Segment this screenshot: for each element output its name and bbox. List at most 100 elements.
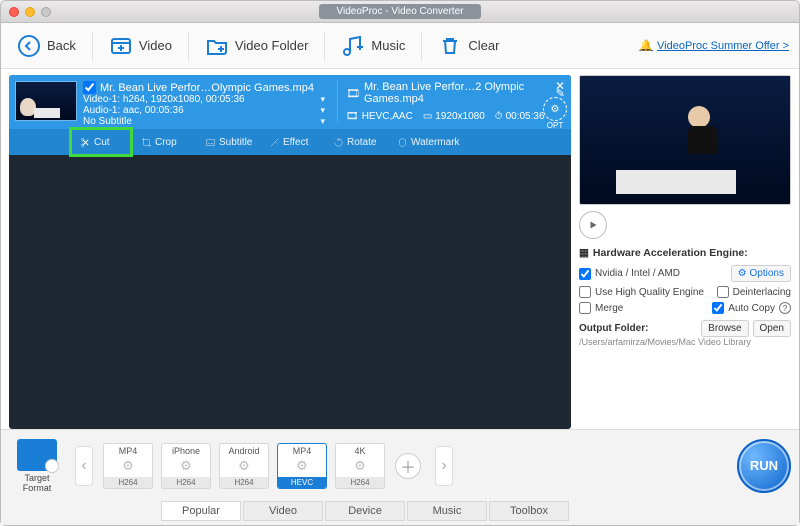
rotate-label: Rotate <box>347 137 376 148</box>
window-minimize-icon[interactable] <box>25 7 35 17</box>
preset-top-label: iPhone <box>172 444 200 456</box>
category-tab[interactable]: Music <box>407 501 487 521</box>
preset-card[interactable]: iPhone ⚙ H264 <box>161 443 211 489</box>
hw-options-label: Options <box>750 268 784 279</box>
edit-tools: Cut Crop Subtitle Effect Rotate Watermar… <box>9 129 571 155</box>
preset-card[interactable]: Android ⚙ H264 <box>219 443 269 489</box>
gear-icon: ⚙ <box>543 97 567 121</box>
nvidia-intel-amd-label: Nvidia / Intel / AMD <box>595 268 680 279</box>
auto-copy-checkbox[interactable] <box>712 302 724 314</box>
input-filename: Mr. Bean Live Perfor…Olympic Games.mp4 <box>100 82 314 94</box>
play-button[interactable] <box>579 211 607 239</box>
browse-button[interactable]: Browse <box>701 320 748 337</box>
high-quality-label: Use High Quality Engine <box>595 287 704 298</box>
add-video-button[interactable]: Video <box>103 30 178 62</box>
clear-label: Clear <box>468 38 499 53</box>
gear-icon: ⚙ <box>122 458 134 474</box>
hw-options-button[interactable]: ⚙Options <box>731 265 791 282</box>
presets-prev-button[interactable]: ‹ <box>75 446 93 486</box>
target-format-label: Target Format <box>9 473 65 493</box>
audio-stream-info: Audio-1: aac, 00:05:36 <box>83 105 184 116</box>
video-item[interactable]: ✕ ⚙ OPT Mr. Bean Live Perfor…Olympic Gam… <box>9 75 571 155</box>
auto-copy-label: Auto Copy <box>728 303 775 314</box>
film-icon: 🎞 <box>346 87 360 100</box>
back-label: Back <box>47 38 76 53</box>
category-tab[interactable]: Device <box>325 501 405 521</box>
add-video-folder-button[interactable]: Video Folder <box>199 30 314 62</box>
merge-label: Merge <box>595 303 623 314</box>
video-list: ✕ ⚙ OPT Mr. Bean Live Perfor…Olympic Gam… <box>9 75 571 429</box>
output-folder-label: Output Folder: <box>579 323 648 334</box>
window-close-icon[interactable] <box>9 7 19 17</box>
gear-icon: ⚙ <box>238 458 250 474</box>
effect-button[interactable]: Effect <box>261 129 325 155</box>
open-folder-button[interactable]: Open <box>753 320 791 337</box>
gear-icon: ⚙ <box>354 458 366 474</box>
output-filename: Mr. Bean Live Perfor…2 Olympic Games.mp4 <box>364 81 552 105</box>
codec-options-button[interactable]: ⚙ OPT <box>543 97 567 130</box>
video-item-checkbox[interactable] <box>83 81 96 94</box>
codec-icon: 🎞 <box>346 111 359 122</box>
output-codec: HEVC,AAC <box>362 111 413 122</box>
rotate-button[interactable]: Rotate <box>325 129 389 155</box>
crop-button[interactable]: Crop <box>133 129 197 155</box>
promo-offer-link[interactable]: 🔔 VideoProc Summer Offer > <box>639 39 789 52</box>
resolution-icon: ▭ <box>423 111 432 122</box>
preset-card[interactable]: MP4⚙HEVC <box>277 443 327 489</box>
effect-label: Effect <box>283 137 308 148</box>
preset-bottom-label: H264 <box>336 477 384 488</box>
back-button[interactable]: Back <box>11 30 82 62</box>
preview-pane <box>579 75 791 205</box>
target-format-button[interactable]: Target Format <box>9 439 65 493</box>
output-duration: 00:05:36 <box>506 111 545 122</box>
add-music-button[interactable]: Music <box>335 30 411 62</box>
preset-bottom-label: H264 <box>162 477 210 488</box>
deinterlacing-label: Deinterlacing <box>733 287 791 298</box>
preset-top-label: MP4 <box>293 444 312 456</box>
preset-top-label: 4K <box>354 444 365 456</box>
category-tab[interactable]: Toolbox <box>489 501 569 521</box>
gear-icon: ⚙ <box>738 268 747 279</box>
bell-icon: 🔔 <box>639 39 653 52</box>
target-format-icon <box>17 439 57 471</box>
video-stream-select[interactable]: ▾ <box>320 94 325 105</box>
window-zoom-icon <box>41 7 51 17</box>
presets-next-button[interactable]: › <box>435 446 453 486</box>
help-icon[interactable]: ? <box>779 302 791 314</box>
watermark-button[interactable]: Watermark <box>389 129 468 155</box>
video-stream-info: Video-1: h264, 1920x1080, 00:05:36 <box>83 94 245 105</box>
main-toolbar: Back Video Video Folder Music Clear 🔔 Vi… <box>1 23 799 69</box>
clock-icon: ⏱ <box>495 111 503 122</box>
chip-icon: ▦ <box>579 247 589 259</box>
add-preset-button[interactable]: ＋ <box>395 453 421 479</box>
category-tab[interactable]: Popular <box>161 501 241 521</box>
output-resolution: 1920x1080 <box>435 111 485 122</box>
crop-label: Crop <box>155 137 177 148</box>
gear-icon: ⚙ <box>180 458 192 474</box>
preset-top-label: MP4 <box>119 444 138 456</box>
clear-button[interactable]: Clear <box>432 30 505 62</box>
subtitle-stream-select[interactable]: ▾ <box>320 116 325 127</box>
category-tab[interactable]: Video <box>243 501 323 521</box>
subtitle-button[interactable]: Subtitle <box>197 129 261 155</box>
preset-card[interactable]: MP4⚙H264 <box>103 443 153 489</box>
preset-bottom-label: H264 <box>220 477 268 488</box>
watermark-label: Watermark <box>411 137 460 148</box>
preset-top-label: Android <box>228 444 259 456</box>
subtitle-label: Subtitle <box>219 137 252 148</box>
remove-item-icon[interactable]: ✕ <box>555 79 565 93</box>
cut-label: Cut <box>94 137 110 148</box>
add-video-label: Video <box>139 38 172 53</box>
preset-bottom-label: HEVC <box>278 477 326 488</box>
audio-stream-select[interactable]: ▾ <box>320 105 325 116</box>
preset-card[interactable]: 4K ⚙ H264 <box>335 443 385 489</box>
merge-checkbox[interactable] <box>579 302 591 314</box>
promo-offer-label: VideoProc Summer Offer > <box>657 40 789 52</box>
nvidia-intel-amd-checkbox[interactable] <box>579 268 591 280</box>
cut-button[interactable]: Cut <box>69 127 133 157</box>
window-title: VideoProc - Video Converter <box>319 4 482 19</box>
run-button[interactable]: RUN <box>737 439 791 493</box>
deinterlacing-checkbox[interactable] <box>717 286 729 298</box>
output-folder-path: /Users/arfamirza/Movies/Mac Video Librar… <box>579 337 791 347</box>
high-quality-checkbox[interactable] <box>579 286 591 298</box>
